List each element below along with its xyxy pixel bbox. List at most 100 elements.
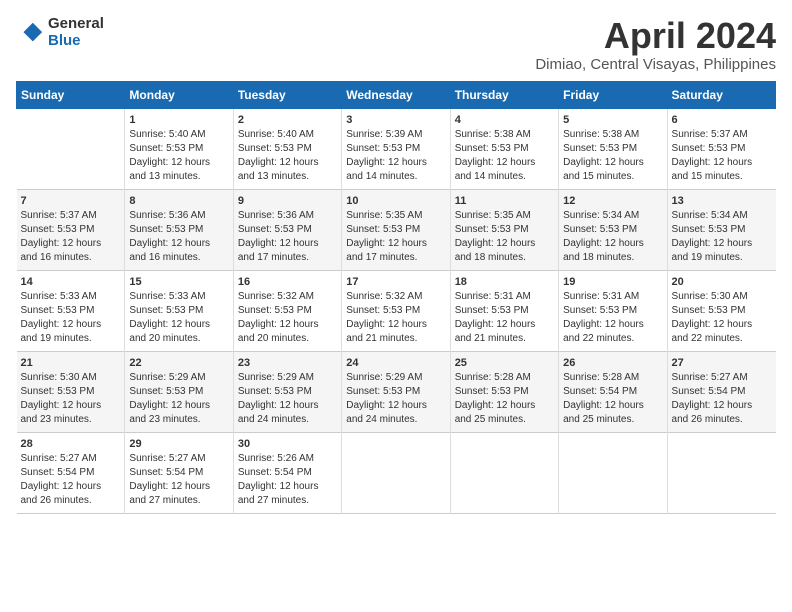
calendar-cell: 6 Sunrise: 5:37 AMSunset: 5:53 PMDaylight… [667, 108, 775, 189]
column-header-friday: Friday [559, 81, 667, 108]
calendar-cell: 16Sunrise: 5:32 AMSunset: 5:53 PMDayligh… [233, 270, 341, 351]
calendar-cell: 18Sunrise: 5:31 AMSunset: 5:53 PMDayligh… [450, 270, 558, 351]
calendar-cell: 23 Sunrise: 5:29 AMSunset: 5:53 PMDayligh… [233, 351, 341, 432]
calendar-cell [559, 432, 667, 513]
day-number: 13 [672, 195, 772, 207]
week-row-1: 1 Sunrise: 5:40 AMSunset: 5:53 PMDaylight… [17, 108, 776, 189]
day-info: Sunrise: 5:30 AMSunset: 5:53 PMDaylight:… [672, 290, 772, 346]
calendar-cell: 28Sunrise: 5:27 AMSunset: 5:54 PMDayligh… [17, 432, 125, 513]
calendar-cell: 25 Sunrise: 5:28 AMSunset: 5:53 PMDayligh… [450, 351, 558, 432]
week-row-3: 14Sunrise: 5:33 AMSunset: 5:53 PMDayligh… [17, 270, 776, 351]
calendar-cell: 13 Sunrise: 5:34 AMSunset: 5:53 PMDayligh… [667, 189, 775, 270]
main-title: April 2024 [535, 16, 776, 56]
day-info: Sunrise: 5:28 AMSunset: 5:53 PMDaylight:… [455, 371, 554, 427]
day-info: Sunrise: 5:26 AMSunset: 5:54 PMDaylight:… [238, 452, 337, 508]
day-number: 24 [346, 357, 445, 369]
calendar-cell: 29 Sunrise: 5:27 AMSunset: 5:54 PMDayligh… [125, 432, 233, 513]
day-number: 21 [21, 357, 121, 369]
calendar-cell: 21 Sunrise: 5:30 AMSunset: 5:53 PMDayligh… [17, 351, 125, 432]
day-number: 6 [672, 114, 772, 126]
calendar-cell: 14Sunrise: 5:33 AMSunset: 5:53 PMDayligh… [17, 270, 125, 351]
day-info: Sunrise: 5:28 AMSunset: 5:54 PMDaylight:… [563, 371, 662, 427]
day-number: 9 [238, 195, 337, 207]
subtitle: Dimiao, Central Visayas, Philippines [535, 56, 776, 73]
calendar-cell: 1 Sunrise: 5:40 AMSunset: 5:53 PMDaylight… [125, 108, 233, 189]
day-info: Sunrise: 5:36 AMSunset: 5:53 PMDaylight:… [238, 209, 337, 265]
calendar-cell: 8 Sunrise: 5:36 AMSunset: 5:53 PMDaylight… [125, 189, 233, 270]
calendar-cell: 15Sunrise: 5:33 AMSunset: 5:53 PMDayligh… [125, 270, 233, 351]
column-header-saturday: Saturday [667, 81, 775, 108]
day-number: 8 [129, 195, 228, 207]
day-number: 2 [238, 114, 337, 126]
day-info: Sunrise: 5:30 AMSunset: 5:53 PMDaylight:… [21, 371, 121, 427]
title-block: April 2024 Dimiao, Central Visayas, Phil… [535, 16, 776, 73]
calendar-table: SundayMondayTuesdayWednesdayThursdayFrid… [16, 81, 776, 514]
header-row: SundayMondayTuesdayWednesdayThursdayFrid… [17, 81, 776, 108]
day-number: 11 [455, 195, 554, 207]
day-number: 17 [346, 276, 445, 288]
day-number: 23 [238, 357, 337, 369]
day-number: 16 [238, 276, 337, 288]
day-info: Sunrise: 5:27 AMSunset: 5:54 PMDaylight:… [21, 452, 121, 508]
day-info: Sunrise: 5:36 AMSunset: 5:53 PMDaylight:… [129, 209, 228, 265]
day-info: Sunrise: 5:34 AMSunset: 5:53 PMDaylight:… [672, 209, 772, 265]
logo: General Blue [16, 16, 104, 49]
day-info: Sunrise: 5:40 AMSunset: 5:53 PMDaylight:… [129, 128, 228, 184]
day-info: Sunrise: 5:29 AMSunset: 5:53 PMDaylight:… [129, 371, 228, 427]
day-number: 14 [21, 276, 121, 288]
day-info: Sunrise: 5:37 AMSunset: 5:53 PMDaylight:… [672, 128, 772, 184]
calendar-cell [342, 432, 450, 513]
day-info: Sunrise: 5:31 AMSunset: 5:53 PMDaylight:… [563, 290, 662, 346]
day-number: 26 [563, 357, 662, 369]
logo-blue: Blue [48, 33, 104, 50]
calendar-cell: 2 Sunrise: 5:40 AMSunset: 5:53 PMDaylight… [233, 108, 341, 189]
day-number: 22 [129, 357, 228, 369]
calendar-cell: 11 Sunrise: 5:35 AMSunset: 5:53 PMDayligh… [450, 189, 558, 270]
day-info: Sunrise: 5:34 AMSunset: 5:53 PMDaylight:… [563, 209, 662, 265]
day-number: 5 [563, 114, 662, 126]
week-row-2: 7 Sunrise: 5:37 AMSunset: 5:53 PMDaylight… [17, 189, 776, 270]
day-info: Sunrise: 5:27 AMSunset: 5:54 PMDaylight:… [672, 371, 772, 427]
calendar-cell: 17 Sunrise: 5:32 AMSunset: 5:53 PMDayligh… [342, 270, 450, 351]
calendar-cell [667, 432, 775, 513]
calendar-cell: 12Sunrise: 5:34 AMSunset: 5:53 PMDayligh… [559, 189, 667, 270]
calendar-cell: 4Sunrise: 5:38 AMSunset: 5:53 PMDaylight… [450, 108, 558, 189]
day-info: Sunrise: 5:32 AMSunset: 5:53 PMDaylight:… [346, 290, 445, 346]
day-number: 27 [672, 357, 772, 369]
calendar-cell: 3Sunrise: 5:39 AMSunset: 5:53 PMDaylight… [342, 108, 450, 189]
column-header-tuesday: Tuesday [233, 81, 341, 108]
day-info: Sunrise: 5:29 AMSunset: 5:53 PMDaylight:… [346, 371, 445, 427]
calendar-cell: 9 Sunrise: 5:36 AMSunset: 5:53 PMDaylight… [233, 189, 341, 270]
day-number: 7 [21, 195, 121, 207]
calendar-cell: 22 Sunrise: 5:29 AMSunset: 5:53 PMDayligh… [125, 351, 233, 432]
day-info: Sunrise: 5:27 AMSunset: 5:54 PMDaylight:… [129, 452, 228, 508]
day-number: 18 [455, 276, 554, 288]
day-number: 10 [346, 195, 445, 207]
day-info: Sunrise: 5:40 AMSunset: 5:53 PMDaylight:… [238, 128, 337, 184]
day-number: 20 [672, 276, 772, 288]
day-number: 25 [455, 357, 554, 369]
day-info: Sunrise: 5:35 AMSunset: 5:53 PMDaylight:… [346, 209, 445, 265]
day-info: Sunrise: 5:39 AMSunset: 5:53 PMDaylight:… [346, 128, 445, 184]
day-number: 30 [238, 438, 337, 450]
day-info: Sunrise: 5:35 AMSunset: 5:53 PMDaylight:… [455, 209, 554, 265]
calendar-cell: 19 Sunrise: 5:31 AMSunset: 5:53 PMDayligh… [559, 270, 667, 351]
day-number: 15 [129, 276, 228, 288]
day-info: Sunrise: 5:29 AMSunset: 5:53 PMDaylight:… [238, 371, 337, 427]
calendar-cell: 10 Sunrise: 5:35 AMSunset: 5:53 PMDayligh… [342, 189, 450, 270]
day-info: Sunrise: 5:38 AMSunset: 5:53 PMDaylight:… [455, 128, 554, 184]
column-header-thursday: Thursday [450, 81, 558, 108]
calendar-cell: 27 Sunrise: 5:27 AMSunset: 5:54 PMDayligh… [667, 351, 775, 432]
day-number: 19 [563, 276, 662, 288]
calendar-cell: 20 Sunrise: 5:30 AMSunset: 5:53 PMDayligh… [667, 270, 775, 351]
week-row-5: 28Sunrise: 5:27 AMSunset: 5:54 PMDayligh… [17, 432, 776, 513]
calendar-cell: 26 Sunrise: 5:28 AMSunset: 5:54 PMDayligh… [559, 351, 667, 432]
day-info: Sunrise: 5:38 AMSunset: 5:53 PMDaylight:… [563, 128, 662, 184]
calendar-cell [17, 108, 125, 189]
column-header-sunday: Sunday [17, 81, 125, 108]
day-number: 29 [129, 438, 228, 450]
column-header-monday: Monday [125, 81, 233, 108]
day-info: Sunrise: 5:37 AMSunset: 5:53 PMDaylight:… [21, 209, 121, 265]
day-number: 1 [129, 114, 228, 126]
logo-text: General Blue [48, 16, 104, 49]
